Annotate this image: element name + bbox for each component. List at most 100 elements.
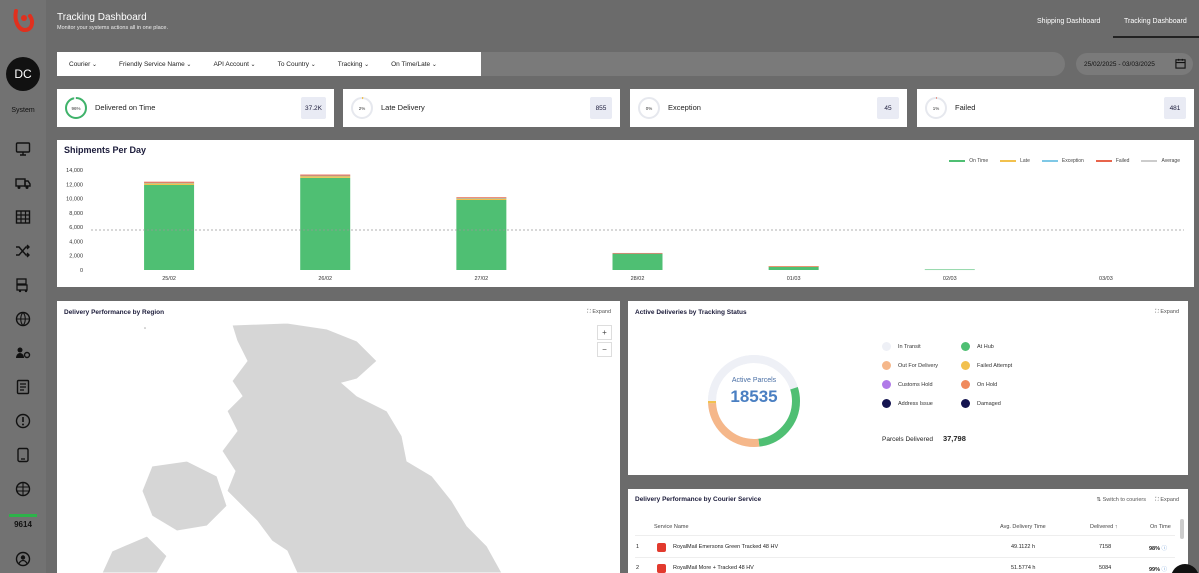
status-dot (882, 380, 891, 389)
parcels-value: 37,798 (942, 434, 966, 443)
status-label: In Transit (898, 343, 921, 350)
x-tick-label: 27/02 (474, 276, 488, 282)
row-service-name: RoyalMail Emersons Green Tracked 48 HV (673, 544, 779, 550)
globe-icon[interactable] (15, 311, 31, 327)
courier-expand-button[interactable]: ⛶ Expand (1155, 497, 1179, 504)
filter-on-time-late[interactable]: On Time/Late (391, 61, 437, 68)
status-label: On Hold (977, 381, 998, 388)
y-tick-label: 4,000 (69, 239, 83, 245)
status-on-hold[interactable]: On Hold (961, 380, 997, 389)
status-out-for-delivery[interactable]: Out For Delivery (882, 361, 938, 370)
shuffle-icon[interactable] (15, 243, 31, 259)
switch-to-couriers-button[interactable]: ⇅ Switch to couriers (1096, 497, 1146, 503)
status-at-hub[interactable]: At Hub (961, 342, 994, 351)
avatar-label: System (11, 107, 35, 114)
sidebar: DC System 9614 (0, 0, 46, 573)
legend-swatch (1000, 160, 1017, 162)
status-in-transit[interactable]: In Transit (882, 342, 921, 351)
y-tick-label: 10,000 (66, 197, 83, 203)
row-on-time: 98% ⓘ (1149, 544, 1167, 552)
chart-legend: On Time Late Exception Failed Average (949, 158, 1180, 164)
tablet-icon[interactable] (15, 447, 31, 463)
legend-item-failed[interactable]: Failed (1095, 158, 1130, 164)
legend-swatch (1141, 160, 1158, 162)
bar-segment (144, 181, 195, 183)
kpi-late-delivery[interactable]: 2% Late Delivery 855 (343, 89, 620, 127)
filter-to-country[interactable]: To Country (278, 61, 316, 68)
status-failed-attempt[interactable]: Failed Attempt (961, 361, 1012, 370)
courier-table-title: Delivery Performance by Courier Service (635, 496, 762, 503)
count-bar (9, 514, 37, 517)
legend-label: Late (1020, 158, 1030, 164)
kpi-ring-text: 0% (645, 105, 653, 111)
row-on-time-value: 98% (1149, 546, 1161, 552)
column-header-on-time[interactable]: On Time (1150, 524, 1171, 530)
legend-item-exception[interactable]: Exception (1041, 158, 1084, 164)
table-scrollbar[interactable] (1180, 519, 1184, 539)
status-dot (961, 380, 970, 389)
row-rank: 1 (636, 544, 640, 550)
legend-item-average[interactable]: Average (1141, 158, 1180, 164)
filter-friendly-service-name[interactable]: Friendly Service Name (119, 61, 191, 68)
kpi-delivered-on-time[interactable]: 96% Delivered on Time 37.2K (57, 89, 334, 127)
row-service-name: RoyalMail More + Tracked 48 HV (673, 565, 754, 571)
bar-segment (300, 174, 351, 176)
tab-tracking-dashboard[interactable]: Tracking Dashboard (1124, 18, 1187, 25)
date-range-picker[interactable]: 25/02/2025 - 03/03/2025 (1076, 53, 1193, 75)
donut-center-label: Active Parcels (731, 377, 777, 384)
uk-map[interactable] (57, 301, 620, 573)
active-expand-button[interactable]: ⛶ Expand (1155, 309, 1179, 316)
monitor-icon[interactable] (15, 141, 31, 157)
status-address-issue[interactable]: Address Issue (882, 399, 933, 408)
info-icon[interactable]: ⓘ (1162, 567, 1168, 573)
brand-logo[interactable] (12, 8, 36, 34)
info-icon[interactable]: ⓘ (1162, 546, 1168, 552)
legend-label: Failed (1115, 158, 1130, 164)
bar-segment (144, 182, 195, 184)
user-circle-icon[interactable] (15, 551, 31, 567)
column-header-delivered-label: Delivered (1090, 524, 1114, 530)
tab-shipping-dashboard[interactable]: Shipping Dashboard (1037, 18, 1100, 25)
bar-segment (924, 269, 975, 271)
date-range-text: 25/02/2025 - 03/03/2025 (1084, 60, 1155, 68)
column-header-delivered[interactable]: Delivered ↑ (1090, 524, 1118, 530)
users-gear-icon[interactable] (15, 345, 31, 361)
legend-swatch (1095, 160, 1112, 162)
filter-api-account[interactable]: API Account (213, 61, 255, 68)
row-divider (635, 557, 1175, 558)
sort-asc-icon: ↑ (1114, 524, 1118, 530)
bar-segment (300, 177, 351, 270)
kpi-exception[interactable]: 0% Exception 45 (630, 89, 907, 127)
avatar[interactable]: DC (6, 57, 40, 91)
kpi-failed[interactable]: 1% Failed 481 (917, 89, 1194, 127)
column-header-avg-time[interactable]: Avg. Delivery Time (1000, 524, 1046, 530)
kpi-value: 481 (1164, 97, 1186, 119)
status-dot (882, 399, 891, 408)
book-icon[interactable] (15, 379, 31, 395)
row-delivered: 7158 (1099, 544, 1112, 550)
bar-segment (456, 200, 507, 270)
alert-icon[interactable] (15, 413, 31, 429)
y-tick-label: 8,000 (69, 211, 83, 217)
column-header-service[interactable]: Service Name (654, 524, 689, 530)
kpi-label: Exception (668, 103, 701, 112)
legend-item-on-time[interactable]: On Time (949, 158, 988, 164)
table-icon[interactable] (15, 209, 31, 225)
region-map-card: Delivery Performance by Region ⛶ Expand … (57, 301, 620, 573)
kpi-ring-text: 1% (932, 105, 940, 111)
zoom-in-button[interactable]: + (597, 325, 612, 340)
filter-tracking[interactable]: Tracking (338, 61, 369, 68)
status-dot (882, 361, 891, 370)
zoom-out-button[interactable]: − (597, 342, 612, 357)
status-damaged[interactable]: Damaged (961, 399, 1001, 408)
truck-icon[interactable] (15, 175, 31, 191)
globe-grid-icon[interactable] (15, 481, 31, 497)
filter-courier[interactable]: Courier (69, 61, 97, 68)
header-divider (635, 535, 1175, 536)
status-customs-hold[interactable]: Customs Hold (882, 380, 933, 389)
royal-mail-icon (657, 564, 666, 573)
bar-segment (768, 266, 819, 267)
legend-item-late[interactable]: Late (1000, 158, 1030, 164)
truck-stack-icon[interactable] (15, 277, 31, 293)
royal-mail-icon (657, 543, 666, 552)
